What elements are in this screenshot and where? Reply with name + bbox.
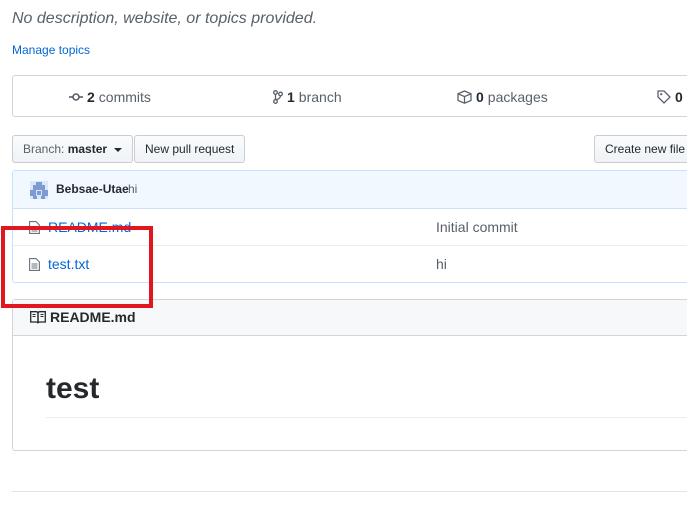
avatar[interactable] [30,181,48,199]
commit-icon [69,93,83,101]
commit-author-link[interactable]: Bebsae-Utae [56,171,129,208]
branch-icon [273,90,283,104]
branch-name: master [67,142,108,156]
repo-description: No description, website, or topics provi… [12,10,318,27]
tag-icon [657,90,671,104]
commits-stat[interactable]: 2 commits [69,76,151,118]
commits-count: 2 [87,89,95,105]
packages-count: 0 [476,89,484,105]
readme-divider [46,417,687,418]
file-commit-message[interactable]: hi [436,246,447,282]
readme-panel: README.md test [12,299,687,451]
packages-label: packages [487,89,548,105]
branch-stat[interactable]: 1 branch [273,76,342,118]
footer-divider [12,491,687,492]
branch-count: 1 [287,89,295,105]
packages-stat[interactable]: 0 packages [457,76,548,118]
caret-down-icon [114,147,123,152]
branch-select-button[interactable]: Branch: master [12,135,134,163]
create-new-file-button[interactable]: Create new file [594,135,687,163]
branch-prefix: Branch: [23,142,65,156]
package-icon [457,90,472,104]
highlight-box [1,226,153,308]
branch-label: branch [298,89,342,105]
manage-topics-link[interactable]: Manage topics [12,43,90,57]
book-icon [30,311,46,324]
tags-count: 0 [675,89,683,105]
commits-label: commits [98,89,151,105]
new-pull-request-button[interactable]: New pull request [134,135,246,163]
file-commit-message[interactable]: Initial commit [436,209,518,245]
commit-message-link[interactable]: hi [128,171,137,208]
repo-stats-bar: 2 commits 1 branch 0 packages 0 [12,75,687,117]
latest-commit-bar: Bebsae-Utae hi [13,171,687,209]
tags-stat[interactable]: 0 [657,76,683,118]
readme-heading: test [46,372,100,405]
